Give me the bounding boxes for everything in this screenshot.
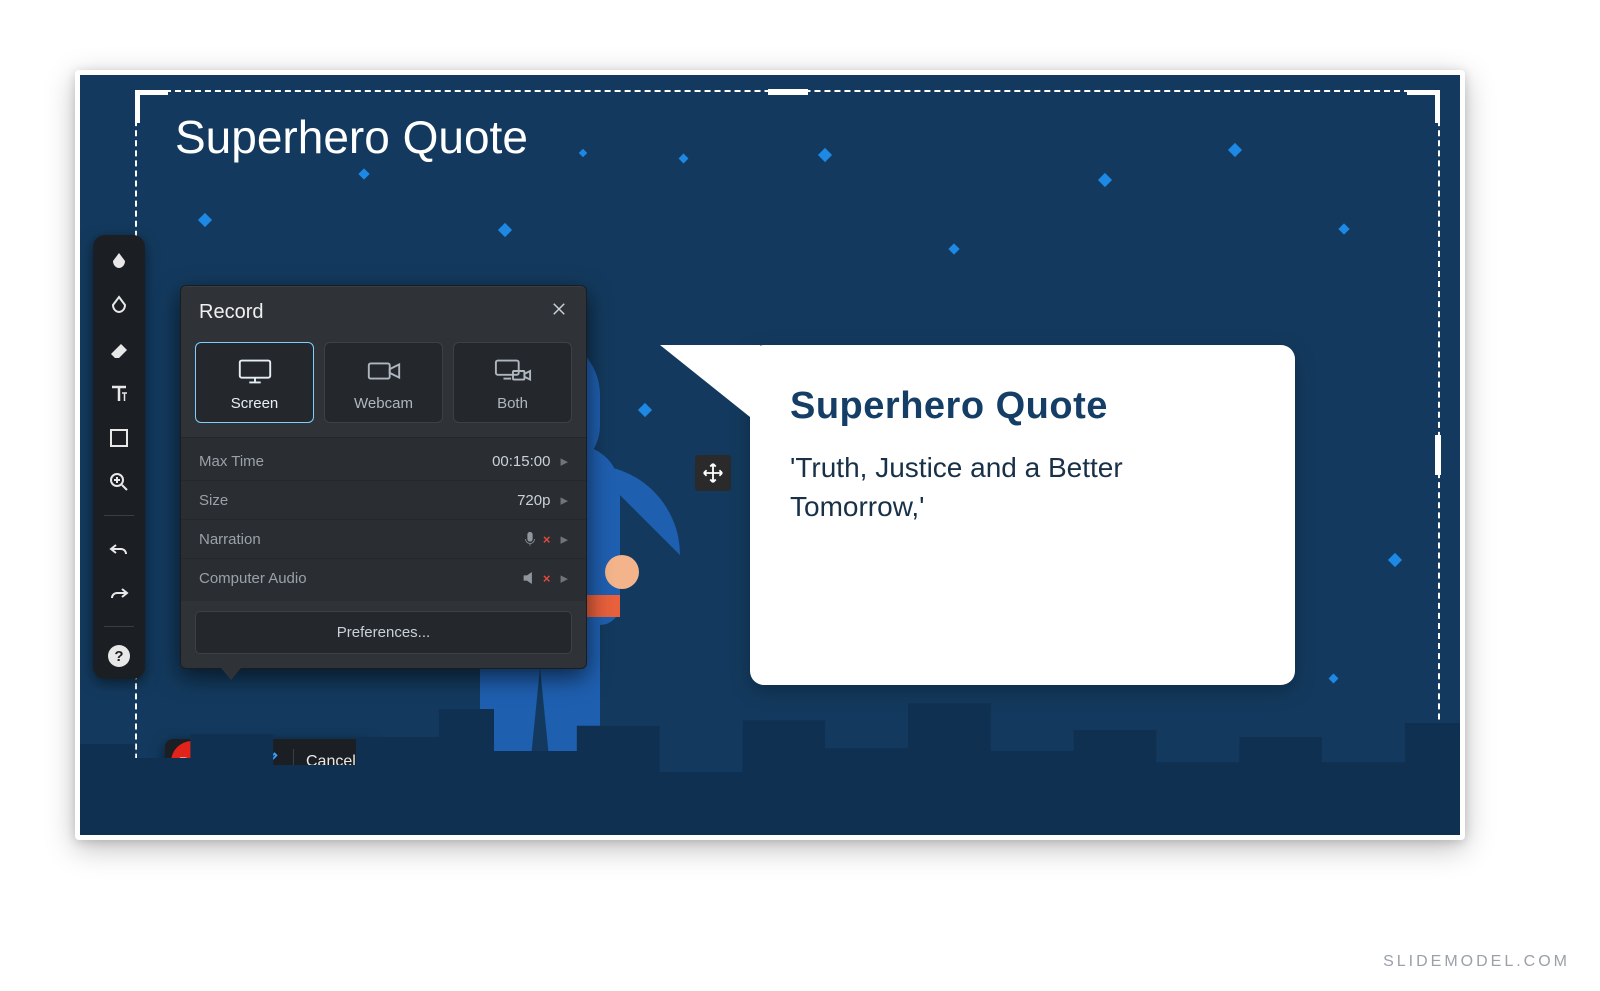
star-decoration xyxy=(1329,674,1339,684)
record-mode-both[interactable]: Both xyxy=(453,342,572,423)
record-controls-bar: Rec Cancel xyxy=(165,739,372,785)
presentation-card: Superhero Quote xyxy=(75,70,1465,840)
star-decoration xyxy=(1338,223,1349,234)
record-panel[interactable]: Record Screen Webcam Both xyxy=(180,285,587,669)
setting-value: 00:15:00 xyxy=(492,453,550,470)
record-mode-webcam[interactable]: Webcam xyxy=(324,342,443,423)
pen-outline-tool[interactable] xyxy=(104,291,134,321)
monitor-icon xyxy=(236,357,274,385)
setting-max-time[interactable]: Max Time 00:15:00 ▸ xyxy=(181,442,586,481)
record-button[interactable]: Rec xyxy=(171,741,213,783)
microphone-muted-icon: × xyxy=(521,530,551,548)
screen-plus-webcam-icon xyxy=(494,357,532,385)
pencil-icon xyxy=(259,749,281,771)
record-panel-title: Record xyxy=(199,301,263,324)
bubble-text: 'Truth, Justice and a Better Tomorrow,' xyxy=(790,448,1255,526)
annotate-button[interactable] xyxy=(259,749,281,776)
text-tool[interactable] xyxy=(104,379,134,409)
crop-handle-right[interactable] xyxy=(1435,435,1441,475)
chevron-right-icon: ▸ xyxy=(560,452,568,470)
setting-label: Size xyxy=(199,492,228,509)
close-button[interactable] xyxy=(550,300,568,324)
setting-size[interactable]: Size 720p ▸ xyxy=(181,481,586,520)
star-decoration xyxy=(1388,553,1402,567)
star-decoration xyxy=(818,148,832,162)
star-decoration xyxy=(948,243,959,254)
star-decoration xyxy=(1228,143,1242,157)
mode-label: Both xyxy=(497,395,528,412)
slide-title: Superhero Quote xyxy=(175,110,528,164)
redo-tool[interactable] xyxy=(104,578,134,608)
move-region-handle[interactable] xyxy=(695,455,731,491)
move-icon xyxy=(702,462,724,484)
undo-tool[interactable] xyxy=(104,534,134,564)
help-button[interactable]: ? xyxy=(108,645,130,667)
chevron-right-icon: ▸ xyxy=(560,530,568,548)
setting-label: Max Time xyxy=(199,453,264,470)
gear-icon xyxy=(225,749,247,771)
bubble-title: Superhero Quote xyxy=(790,385,1255,428)
star-decoration xyxy=(579,149,587,157)
preferences-button[interactable]: Preferences... xyxy=(195,611,572,654)
eraser-tool[interactable] xyxy=(104,335,134,365)
close-icon xyxy=(550,300,568,318)
crop-handle-top-left[interactable] xyxy=(135,90,168,123)
setting-computer-audio[interactable]: Computer Audio × ▸ xyxy=(181,559,586,597)
zoom-tool[interactable] xyxy=(104,467,134,497)
star-decoration xyxy=(198,213,212,227)
mode-label: Webcam xyxy=(354,395,413,412)
toolbar-divider xyxy=(104,515,134,516)
star-decoration xyxy=(679,154,689,164)
watermark: SLIDEMODEL.COM xyxy=(1383,953,1570,971)
star-decoration xyxy=(358,168,369,179)
crop-handle-bottom[interactable] xyxy=(768,815,808,821)
crop-handle-top[interactable] xyxy=(768,89,808,95)
setting-narration[interactable]: Narration × ▸ xyxy=(181,520,586,559)
controls-divider xyxy=(293,749,294,775)
webcam-icon xyxy=(365,357,403,385)
toolbar-divider xyxy=(104,626,134,627)
crop-handle-bottom-left[interactable] xyxy=(135,787,168,820)
chevron-right-icon: ▸ xyxy=(560,491,568,509)
star-decoration xyxy=(498,223,512,237)
crop-handle-top-right[interactable] xyxy=(1407,90,1440,123)
speaker-muted-icon: × xyxy=(521,569,551,587)
settings-button[interactable] xyxy=(225,749,247,776)
setting-value: 720p xyxy=(517,492,550,509)
setting-label: Narration xyxy=(199,531,261,548)
star-decoration xyxy=(1098,173,1112,187)
cancel-button[interactable]: Cancel xyxy=(306,753,356,771)
quote-speech-bubble: Superhero Quote 'Truth, Justice and a Be… xyxy=(750,345,1295,685)
slide-canvas: Superhero Quote xyxy=(80,75,1460,835)
crop-handle-bottom-right[interactable] xyxy=(1407,787,1440,820)
setting-label: Computer Audio xyxy=(199,570,307,587)
rectangle-tool[interactable] xyxy=(104,423,134,453)
record-mode-screen[interactable]: Screen xyxy=(195,342,314,423)
pen-filled-tool[interactable] xyxy=(104,247,134,277)
chevron-right-icon: ▸ xyxy=(560,569,568,587)
mode-label: Screen xyxy=(231,395,279,412)
annotation-toolbar: ? xyxy=(93,235,145,679)
